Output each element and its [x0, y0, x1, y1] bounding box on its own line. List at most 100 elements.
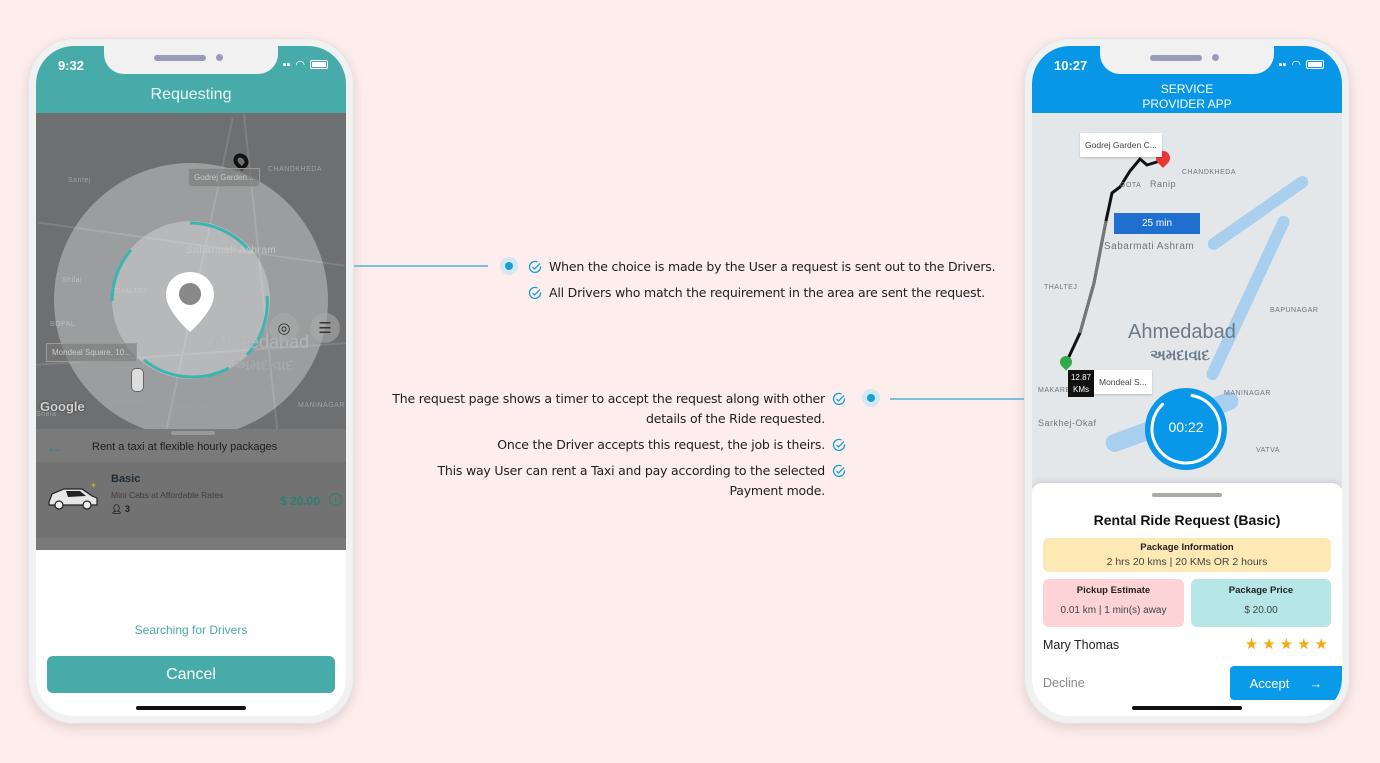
map-view[interactable]: Santej CHANDKHEDA Shilaj BOPAL Shela MAN…: [36, 113, 346, 550]
signal-icon: ▪▪: [1278, 58, 1287, 71]
annotation-item: This way User can rent a Taxi and pay ac…: [372, 461, 846, 501]
searching-status: Searching for Drivers: [134, 623, 248, 637]
distance-badge: 12.87 KMs: [1068, 370, 1094, 397]
map-label: Sabarmati Ashram: [186, 245, 277, 256]
location-pin-icon: [166, 272, 214, 332]
annotation-item: The request page shows a timer to accept…: [372, 389, 846, 429]
rider-name: Mary Thomas: [1043, 638, 1120, 652]
package-panel-title: Rent a taxi at flexible hourly packages: [92, 441, 278, 453]
sheet-handle[interactable]: [1152, 493, 1222, 497]
battery-icon: [1306, 60, 1324, 69]
package-item[interactable]: ✦ Basic Mini Cabs at Affordable Rates 👤︎…: [36, 462, 346, 538]
car-marker-icon: [131, 368, 144, 392]
accept-timer: 00:22: [1145, 388, 1227, 470]
car-icon: ✦: [48, 481, 98, 510]
map-label: MAKARBA: [112, 399, 150, 406]
google-logo: Google: [40, 399, 85, 414]
phone-notch: [1100, 46, 1274, 74]
map-label: MANINAGAR: [298, 402, 345, 409]
map-label: MANINAGAR: [1224, 390, 1271, 397]
panel-handle[interactable]: [171, 431, 215, 435]
user-phone-frame: 9:32 ▪▪ ◠ Requesting Santej CHANDKHEDA S…: [28, 38, 354, 724]
annotation-item: When the choice is made by the User a re…: [528, 257, 996, 277]
pickup-estimate-box: Pickup Estimate 0.01 km | 1 min(s) away: [1043, 579, 1184, 627]
battery-icon: [310, 60, 328, 69]
svg-text:✦: ✦: [90, 481, 97, 490]
dropoff-tag: Godrej Garden...: [188, 168, 260, 187]
ride-request-title: Rental Ride Request (Basic): [1093, 512, 1281, 528]
package-price-box: Package Price $ 20.00: [1191, 579, 1331, 627]
annotation-dot: [500, 257, 518, 275]
package-description: Mini Cabs at Affordable Rates: [111, 490, 224, 500]
driver-phone-screen: 10:27 ▪▪ ◠ SERVICE PROVIDER APP CHANDKHE…: [1032, 46, 1342, 716]
arrow-right-icon: →: [1309, 675, 1323, 691]
annotation-dot: [862, 389, 880, 407]
page-title: Requesting: [150, 86, 232, 103]
package-info-box: Package Information 2 hrs 20 kms | 20 KM…: [1043, 538, 1331, 572]
timer-value: 00:22: [1168, 419, 1204, 435]
user-phone-screen: 9:32 ▪▪ ◠ Requesting Santej CHANDKHEDA S…: [36, 46, 346, 716]
ride-request-sheet: Rental Ride Request (Basic) Package Info…: [1032, 483, 1342, 716]
bottom-panel: Searching for Drivers Cancel: [36, 550, 346, 716]
package-price: $ 20.00: [279, 494, 320, 508]
map-label: CHANDKHEDA: [268, 166, 323, 173]
accept-button[interactable]: Accept →: [1230, 666, 1342, 700]
map-label: JUHAPURA: [168, 404, 210, 411]
current-location-button[interactable]: ◎: [269, 313, 299, 343]
annotation-item: Once the Driver accepts this request, th…: [372, 435, 846, 455]
map-label: VATVA: [1256, 447, 1280, 454]
sliders-icon: ☰: [318, 320, 332, 337]
dropoff-tag: Godrej Garden C...: [1080, 133, 1162, 157]
home-indicator: [1132, 706, 1242, 710]
map-label: BAPUNAGAR: [1270, 307, 1319, 314]
status-time: 9:32: [58, 58, 85, 73]
check-circle-icon: [832, 438, 846, 452]
wifi-icon: ◠: [1291, 59, 1301, 71]
check-circle-icon: [832, 392, 846, 406]
map-city-label-gujarati: અમદાવાદ: [1150, 347, 1210, 364]
check-circle-icon: [528, 260, 542, 274]
star-icon: ★: [1244, 636, 1259, 653]
person-icon: 👤︎: [111, 504, 125, 514]
map-view[interactable]: CHANDKHEDA GOTA Ranip Sabarmati Ashram T…: [1032, 113, 1342, 488]
info-icon[interactable]: i: [329, 493, 342, 506]
map-label: Sarkhej-Okaf: [1038, 418, 1097, 428]
crosshair-icon: ◎: [277, 320, 291, 337]
signal-icon: ▪▪: [282, 58, 291, 71]
driver-phone-frame: 10:27 ▪▪ ◠ SERVICE PROVIDER APP CHANDKHE…: [1024, 38, 1350, 724]
connector-line: [354, 265, 488, 267]
star-icon: ★: [1279, 636, 1294, 653]
pickup-tag: Mondeal Square, 10...: [46, 343, 137, 362]
pickup-tag: Mondeal S...: [1094, 370, 1152, 394]
wifi-icon: ◠: [295, 59, 305, 71]
status-icons: ▪▪ ◠: [283, 58, 328, 71]
map-label: Santej: [68, 177, 91, 184]
package-panel: ← Rent a taxi at flexible hourly package…: [36, 429, 346, 550]
check-circle-icon: [528, 286, 542, 300]
star-icon: ★: [1262, 636, 1276, 653]
map-label: CHANDKHEDA: [1182, 169, 1237, 176]
map-city-label-gujarati: અમદાવાદ: [234, 357, 294, 374]
connector-line: [890, 398, 1025, 400]
star-icon: ★: [1314, 636, 1328, 653]
package-seats: 👤︎ 3: [111, 504, 130, 514]
map-label: GOTA: [1120, 182, 1142, 189]
annotation-item: All Drivers who match the requirement in…: [528, 283, 985, 303]
back-arrow-icon[interactable]: ←: [46, 437, 64, 458]
status-time: 10:27: [1054, 58, 1088, 73]
star-icon: ★: [1297, 636, 1311, 653]
filter-button[interactable]: ☰: [310, 313, 340, 343]
eta-badge: 25 min: [1114, 213, 1200, 234]
map-label: THALTEJ: [114, 288, 148, 295]
map-label: Sabarmati Ashram: [1104, 241, 1195, 252]
cancel-button[interactable]: Cancel: [47, 656, 335, 693]
decline-button[interactable]: Decline: [1043, 676, 1085, 690]
map-city-label: Ahmedabad: [1128, 321, 1236, 343]
rating-stars: ★ ★ ★ ★ ★: [1245, 635, 1328, 653]
page-title: SERVICE PROVIDER APP: [1142, 82, 1232, 111]
phone-notch: [104, 46, 278, 74]
map-label: Ranip: [1150, 179, 1177, 189]
map-label: THALTEJ: [1044, 284, 1078, 291]
check-circle-icon: [832, 464, 846, 478]
status-icons: ▪▪ ◠: [1279, 58, 1324, 71]
